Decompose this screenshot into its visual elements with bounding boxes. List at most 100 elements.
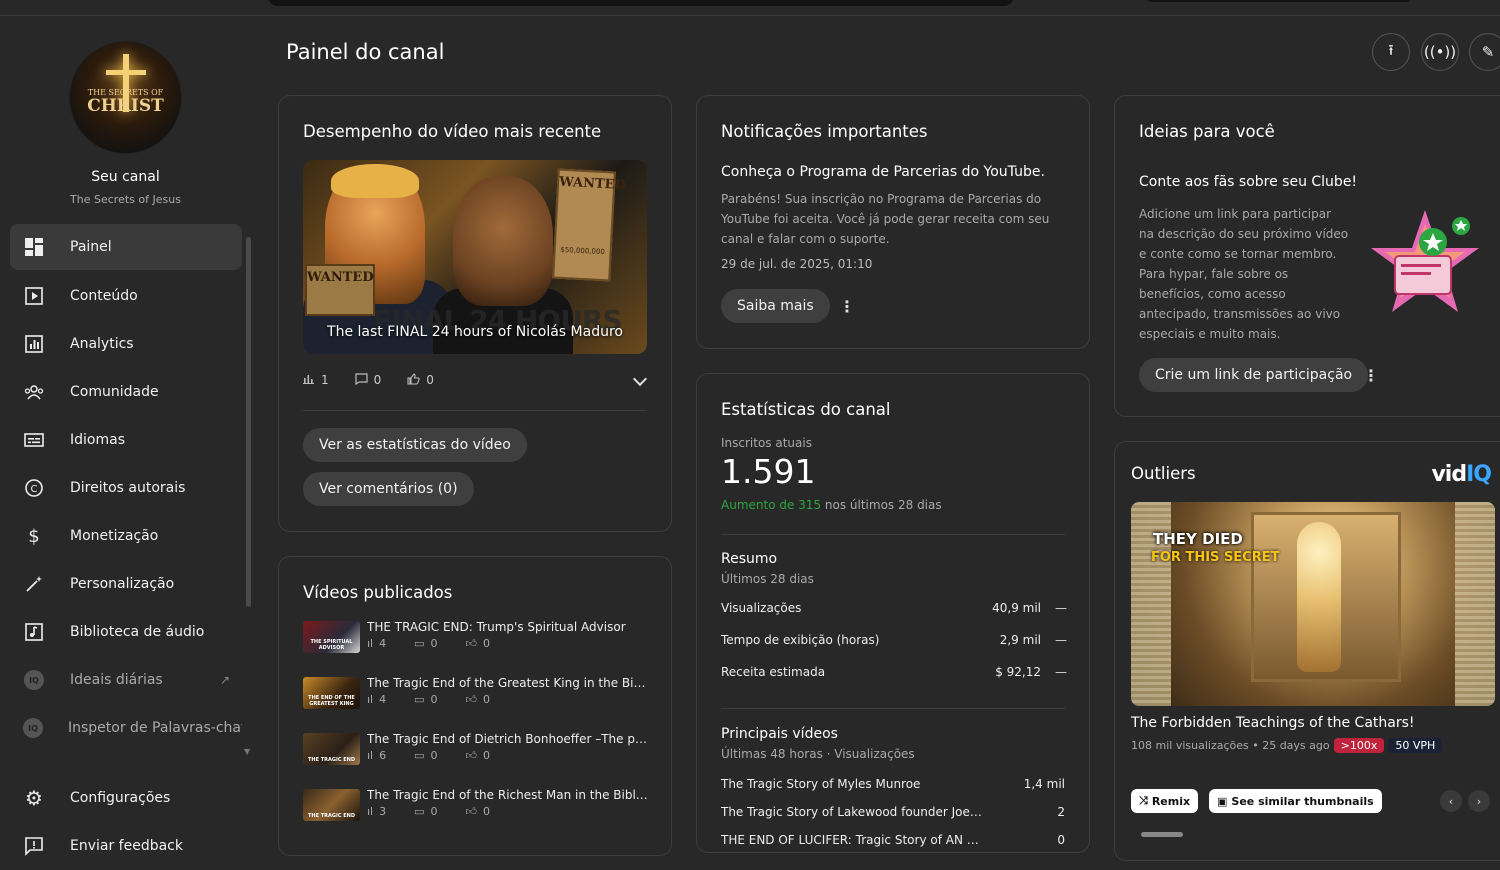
sidebar-scrollbar[interactable] — [246, 237, 251, 607]
next-button[interactable]: › — [1468, 790, 1490, 812]
thumbnail-text: THE SPIRITUAL ADVISOR — [310, 639, 353, 651]
sidebar-item-enviar-feedback[interactable]: Enviar feedback — [10, 822, 242, 870]
create-join-link-button[interactable]: Crie um link de participação — [1139, 358, 1369, 392]
video-thumbnail: THE END OF THE GREATEST KING — [303, 677, 360, 709]
video-thumbnail: THE SPIRITUAL ADVISOR — [303, 621, 360, 653]
video-stats: ıl 6 ▭ 0 👍︎ 0 — [367, 749, 490, 762]
top-video-row[interactable]: The Tragic Story of Myles Munroe 1,4 mil — [721, 777, 1065, 791]
channel-avatar[interactable]: THE SECRETS OF CHRIST — [69, 41, 182, 154]
sidebar-item-comunidade[interactable]: Comunidade — [10, 368, 242, 416]
view-comments-button[interactable]: Ver comentários (0) — [303, 472, 474, 506]
more-options-icon[interactable]: ⋮ — [837, 296, 857, 316]
subscribers-growth: Aumento de 315 nos últimos 28 dias — [721, 498, 942, 512]
like-icon: 👍︎ — [465, 693, 478, 706]
card-title: Ideias para você — [1139, 122, 1275, 141]
sidebar-item-inspetor-palavras[interactable]: IQ Inspetor de Palavras-chave — [10, 704, 242, 752]
svg-text:C: C — [31, 484, 38, 495]
card-title: Estatísticas do canal — [721, 400, 891, 419]
thumbnail-text: FOR THIS SECRET — [1151, 550, 1280, 565]
comments-icon: ▭ — [414, 693, 425, 706]
learn-more-button[interactable]: Saiba mais — [721, 289, 830, 323]
card-title: Desempenho do vídeo mais recente — [303, 122, 602, 141]
comments-count: 0 — [430, 805, 438, 818]
search-bar[interactable] — [268, 0, 1014, 6]
like-icon: 👍︎ — [465, 749, 478, 762]
sidebar-item-monetizacao[interactable]: $ Monetização — [10, 512, 242, 560]
list-item[interactable]: THE TRAGIC END The Tragic End of Dietric… — [303, 729, 649, 769]
upload-icon: ⭱ — [1388, 40, 1394, 59]
views-icon — [303, 373, 315, 387]
top-video-title: THE END OF LUCIFER: Tragic Story of AN A… — [721, 833, 985, 847]
outliers-card: Outliers vidIQ THEY DIED FOR THIS SECRET… — [1114, 441, 1500, 861]
view-video-stats-button[interactable]: Ver as estatísticas do vídeo — [303, 428, 527, 462]
sidebar-item-label: Configurações — [70, 790, 171, 806]
top-video-title: The Tragic Story of Lakewood founder Joe… — [721, 805, 985, 819]
views-count: 1 — [321, 373, 329, 387]
thumbnail-text: THE TRAGIC END — [307, 813, 355, 819]
growth-highlight: Aumento de 315 — [721, 498, 822, 512]
sidebar-item-direitos-autorais[interactable]: C Direitos autorais — [10, 464, 242, 512]
sidebar-item-analytics[interactable]: Analytics — [10, 320, 242, 368]
magic-wand-icon — [23, 573, 45, 595]
outlier-video-title[interactable]: The Forbidden Teachings of the Cathars! — [1131, 715, 1415, 731]
sidebar-item-label: Biblioteca de áudio — [70, 624, 205, 640]
go-live-button[interactable]: ((•)) — [1421, 33, 1459, 71]
sidebar-item-biblioteca-audio[interactable]: Biblioteca de áudio — [10, 608, 242, 656]
horizontal-scrollbar[interactable] — [1141, 832, 1183, 837]
card-title: Notificações importantes — [721, 122, 928, 141]
thumbnail-art — [1455, 502, 1495, 706]
thumbnail-text: THE END OF THE GREATEST KING — [308, 695, 355, 707]
see-similar-label: See similar thumbnails — [1231, 794, 1374, 808]
outlier-views-age: 108 mil visualizações • 25 days ago — [1131, 739, 1330, 752]
sidebar-item-painel[interactable]: Painel — [10, 224, 242, 270]
channel-stats-card: Estatísticas do canal Inscritos atuais 1… — [696, 373, 1090, 853]
stat-trend: — — [1055, 601, 1067, 615]
see-similar-thumbnails-button[interactable]: ▣ See similar thumbnails — [1209, 789, 1382, 813]
upload-button[interactable]: ⭱ — [1372, 33, 1410, 71]
comments-count: 0 — [430, 693, 438, 706]
avatar-text: CHRIST — [87, 96, 164, 116]
sidebar-item-idiomas[interactable]: Idiomas — [10, 416, 242, 464]
create-post-button[interactable]: ✎ — [1469, 33, 1500, 71]
sidebar-item-label: Monetização — [70, 528, 159, 544]
sidebar-item-label: Painel — [70, 239, 112, 255]
sidebar-item-label: Enviar feedback — [70, 838, 183, 854]
video-stats: ıl 4 ▭ 0 👍︎ 0 — [367, 693, 490, 706]
external-link-icon: ↗ — [219, 673, 230, 687]
thumbnail-text: $50,000,000 — [560, 245, 606, 257]
chevron-down-icon[interactable] — [632, 371, 648, 387]
sidebar-item-personalizacao[interactable]: Personalização — [10, 560, 242, 608]
video-stats: ıl 3 ▭ 0 👍︎ 0 — [367, 805, 490, 818]
vidiq-logo-accent: IQ — [1466, 462, 1492, 487]
dashboard-icon — [23, 236, 45, 258]
edit-icon: ✎ — [1481, 43, 1495, 61]
audio-library-icon — [23, 621, 45, 643]
list-item[interactable]: THE SPIRITUAL ADVISOR THE TRAGIC END: Tr… — [303, 617, 649, 657]
previous-button[interactable]: ‹ — [1440, 790, 1462, 812]
latest-video-thumbnail[interactable]: WANTED $50,000,000 WANTED FINAL 24 HOURS… — [303, 160, 647, 354]
likes-count: 0 — [483, 693, 491, 706]
remix-button[interactable]: ⤨ Remix — [1131, 789, 1199, 813]
vidiq-logo-text: vid — [1431, 462, 1467, 487]
thumbnail-text: THEY DIED — [1153, 530, 1243, 548]
list-item[interactable]: THE TRAGIC END The Tragic End of the Ric… — [303, 785, 649, 825]
video-title: THE TRAGIC END: Trump's Spiritual Adviso… — [367, 620, 626, 634]
stat-label: Visualizações — [721, 601, 802, 615]
sidebar-item-ideais-diarias[interactable]: IQ Ideais diárias ↗ — [10, 656, 242, 704]
more-options-icon[interactable]: ⋮ — [1361, 365, 1381, 385]
sidebar-item-configuracoes[interactable]: ⚙ Configurações — [10, 774, 242, 822]
vph-badge: 50 VPH — [1388, 738, 1443, 753]
thumbnail-poster: WANTED — [305, 264, 375, 316]
list-item[interactable]: THE END OF THE GREATEST KING The Tragic … — [303, 673, 649, 713]
idea-title: Conte aos fãs sobre seu Clube! — [1139, 174, 1358, 190]
scroll-down-arrow[interactable]: ▼ — [244, 747, 250, 756]
top-video-title: The Tragic Story of Myles Munroe — [721, 777, 921, 791]
top-video-row[interactable]: The Tragic Story of Lakewood founder Joe… — [721, 805, 1065, 819]
top-video-views: 1,4 mil — [1023, 777, 1065, 791]
sidebar-item-conteudo[interactable]: Conteúdo — [10, 272, 242, 320]
stat-value: $ 92,12 — [995, 665, 1041, 679]
outlier-thumbnail[interactable]: THEY DIED FOR THIS SECRET — [1131, 502, 1495, 706]
top-video-row[interactable]: THE END OF LUCIFER: Tragic Story of AN A… — [721, 833, 1065, 847]
growth-period: nos últimos 28 dias — [821, 498, 942, 512]
subscribers-count: 1.591 — [721, 452, 816, 491]
